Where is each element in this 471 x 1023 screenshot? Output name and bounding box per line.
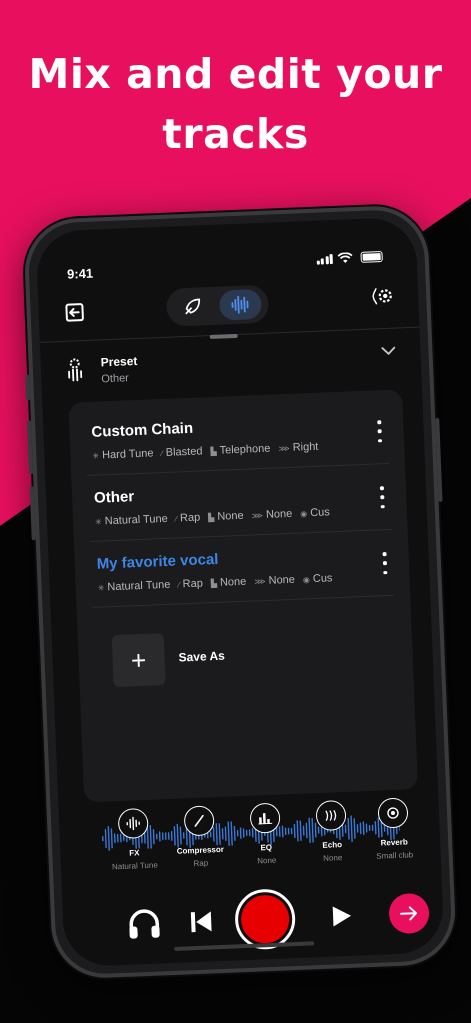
echo-chip: ⋙ None xyxy=(254,574,295,588)
wifi-icon xyxy=(337,252,353,264)
preset-name: My favorite vocal xyxy=(96,550,219,573)
chip-label: Natural Tune xyxy=(107,578,171,594)
compressor-icon: ⁄ xyxy=(178,579,180,589)
chip-label: Cus xyxy=(309,506,331,520)
echo-icon: ⋙ xyxy=(254,576,266,586)
preset-list-panel: Custom Chain ✳ Hard Tune ⁄ Blasted ▙ Teleph… xyxy=(68,389,419,803)
fx-value: Small club xyxy=(376,850,414,861)
top-bar xyxy=(38,279,419,334)
preset-value: Other xyxy=(101,372,130,386)
eq-chip: ▙ None xyxy=(208,510,244,523)
eq-icon: ▙ xyxy=(210,578,218,588)
waveform-icon xyxy=(231,295,249,314)
chip-label: Natural Tune xyxy=(104,512,168,528)
save-as-button[interactable]: + xyxy=(111,633,166,688)
battery-icon xyxy=(360,251,383,263)
lyrics-mode-button[interactable] xyxy=(171,291,214,323)
compressor-icon xyxy=(183,805,215,837)
audio-mode-button[interactable] xyxy=(218,288,263,321)
preset-chips: ✳ Natural Tune ⁄ Rap ▙ None ⋙ None ◉ Cus xyxy=(97,572,349,594)
chip-label: None xyxy=(217,509,244,523)
more-options-icon[interactable] xyxy=(376,486,389,509)
echo-icon: ⋙ xyxy=(251,510,264,520)
chevron-down-icon[interactable] xyxy=(380,346,396,357)
eq-icon: ▙ xyxy=(208,512,215,522)
echo-chip: ⋙ None xyxy=(251,508,292,522)
fx-name: Reverb xyxy=(380,837,408,848)
chip-label: Rap xyxy=(182,577,204,591)
chip-label: Rap xyxy=(179,511,201,525)
reverb-icon: ◉ xyxy=(302,574,311,584)
tune-chip: ✳ Natural Tune xyxy=(97,578,171,594)
eq-chip: ▙ None xyxy=(211,576,247,589)
chip-label: None xyxy=(268,573,296,587)
chip-label: Cus xyxy=(312,572,333,586)
reverb-icon xyxy=(377,797,409,829)
tune-chip: ✳ Hard Tune xyxy=(92,447,154,462)
preset-chips: ✳ Hard Tune ⁄ Blasted ▙ Telephone ⋙ Right xyxy=(92,440,344,462)
preset-gear-icon xyxy=(68,358,83,382)
preset-name: Custom Chain xyxy=(91,419,194,441)
plus-icon: + xyxy=(130,644,147,675)
next-button[interactable] xyxy=(388,892,430,935)
reverb-chip: ◉ Cus xyxy=(300,506,330,519)
headphones-icon[interactable] xyxy=(127,907,162,940)
record-dot xyxy=(240,894,291,945)
compressor-chip: ⁄ Blasted xyxy=(161,445,202,459)
preset-name: Other xyxy=(93,488,135,507)
echo-chip: ⋙ Right xyxy=(278,440,319,455)
eq-chip: ▙ Telephone xyxy=(210,443,270,457)
eq-icon: ▙ xyxy=(210,446,217,456)
headline: Mix and edit your tracks xyxy=(28,50,443,158)
echo-icon: ⋙ xyxy=(278,443,290,453)
item-divider xyxy=(92,594,395,608)
preset-label: Preset xyxy=(100,353,138,370)
reverb-chip: ◉ Cus xyxy=(303,572,333,585)
skip-back-icon[interactable] xyxy=(189,909,214,934)
transport-controls xyxy=(62,876,445,961)
more-options-icon[interactable] xyxy=(373,420,386,443)
cellular-signal-icon xyxy=(316,253,333,265)
compressor-icon: ⁄ xyxy=(161,448,163,458)
compressor-chip: ⁄ Rap xyxy=(178,577,203,590)
exit-icon[interactable] xyxy=(60,298,89,327)
preset-item-favorite-vocal[interactable]: My favorite vocal ✳ Natural Tune ⁄ Rap ▙ No… xyxy=(74,529,410,608)
preset-selector[interactable]: Preset Other xyxy=(60,339,401,393)
more-options-icon[interactable] xyxy=(379,552,392,575)
compressor-icon: ⁄ xyxy=(175,513,178,524)
reverb-icon: ◉ xyxy=(300,508,308,519)
chip-label: None xyxy=(219,575,247,589)
chip-label: Telephone xyxy=(219,442,271,457)
chip-label: Right xyxy=(292,440,319,454)
status-icons xyxy=(316,251,383,265)
chip-label: Hard Tune xyxy=(101,447,154,462)
phone-volume-down xyxy=(29,486,36,541)
phone-frame: 9:41 Preset Other Custom Chain ✳ Hard Tu… xyxy=(22,204,458,980)
audio-settings-icon[interactable] xyxy=(368,282,397,311)
tune-chip: ✳ Natural Tune xyxy=(95,513,168,528)
eq-icon xyxy=(249,802,281,834)
fx-effect-reverb[interactable]: Reverb Small club xyxy=(352,796,434,861)
arrow-right-icon xyxy=(400,906,418,921)
record-button[interactable] xyxy=(233,888,297,951)
quill-pen-icon xyxy=(185,298,201,315)
echo-icon xyxy=(315,799,347,832)
tune-icon: ✳ xyxy=(92,451,100,461)
preset-chips: ✳ Natural Tune ⁄ Rap ▙ None ⋙ None ◉ Cus xyxy=(95,506,347,528)
chip-label: Blasted xyxy=(165,445,203,459)
waveform-icon xyxy=(117,807,149,840)
play-icon[interactable] xyxy=(331,904,354,929)
status-time: 9:41 xyxy=(66,265,94,282)
phone-volume-up xyxy=(26,420,34,475)
app-screen: 9:41 Preset Other Custom Chain ✳ Hard Tu… xyxy=(35,216,445,968)
tune-icon: ✳ xyxy=(97,582,105,593)
sheet-grabber[interactable] xyxy=(209,333,238,340)
mode-toggle xyxy=(165,284,270,327)
save-as-label[interactable]: Save As xyxy=(178,649,225,665)
compressor-chip: ⁄ Rap xyxy=(175,511,201,525)
phone-mute-switch xyxy=(25,374,31,401)
tune-icon: ✳ xyxy=(94,516,102,527)
chip-label: None xyxy=(265,507,293,521)
